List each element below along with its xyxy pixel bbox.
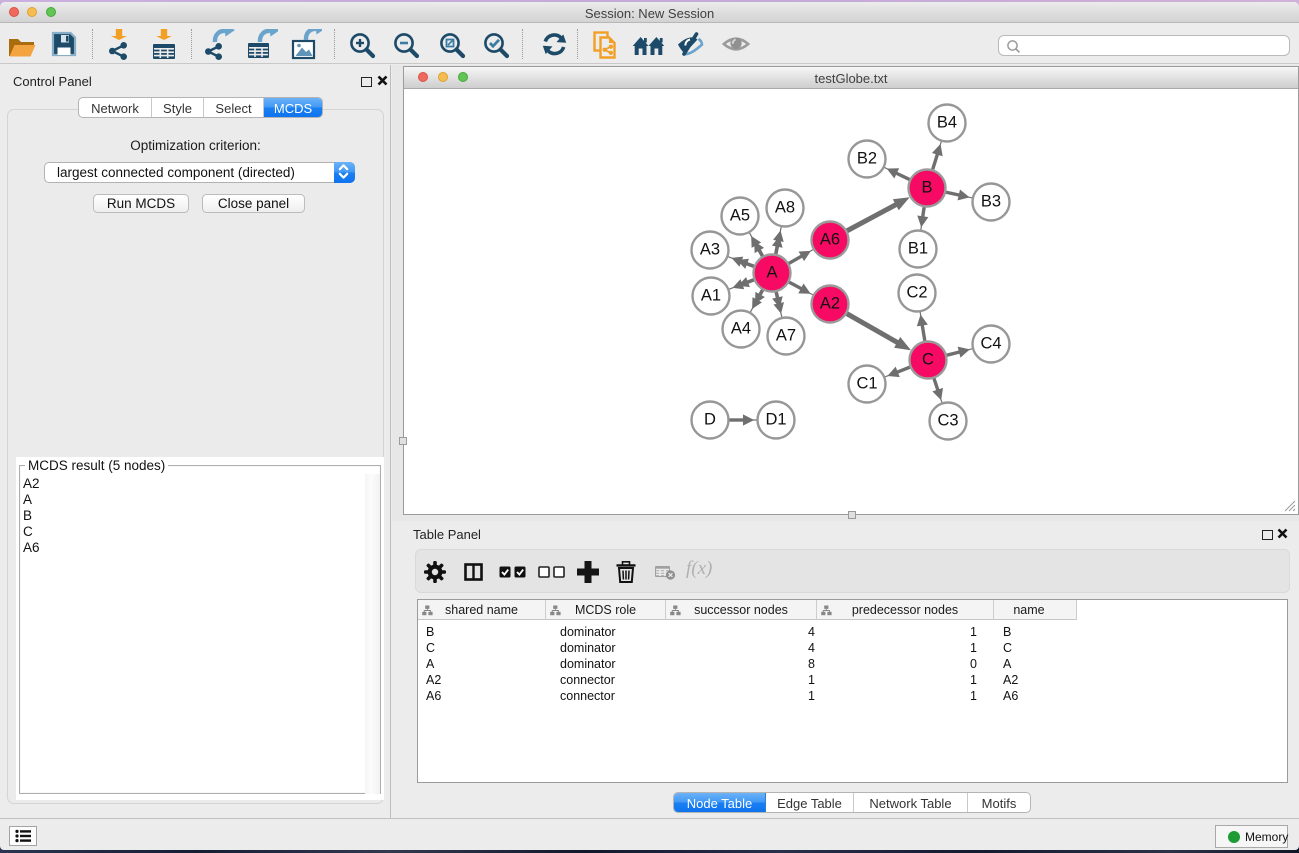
- svg-text:A5: A5: [730, 206, 750, 224]
- svg-text:C4: C4: [980, 334, 1001, 352]
- svg-text:A4: A4: [731, 319, 751, 337]
- svg-text:C1: C1: [856, 374, 877, 392]
- svg-text:D1: D1: [765, 410, 786, 428]
- svg-text:A3: A3: [700, 240, 720, 258]
- svg-text:B3: B3: [981, 192, 1001, 210]
- svg-text:B2: B2: [857, 149, 877, 167]
- svg-text:B1: B1: [908, 239, 928, 257]
- svg-text:A7: A7: [776, 326, 796, 344]
- svg-text:A6: A6: [820, 230, 840, 248]
- svg-text:B4: B4: [937, 113, 957, 131]
- svg-text:A8: A8: [775, 198, 795, 216]
- svg-text:C2: C2: [906, 283, 927, 301]
- svg-text:B: B: [921, 178, 932, 196]
- svg-text:A: A: [766, 263, 777, 281]
- svg-text:A2: A2: [820, 294, 840, 312]
- svg-text:C3: C3: [937, 411, 958, 429]
- svg-text:A1: A1: [701, 286, 721, 304]
- svg-text:D: D: [704, 410, 716, 428]
- svg-text:C: C: [922, 350, 934, 368]
